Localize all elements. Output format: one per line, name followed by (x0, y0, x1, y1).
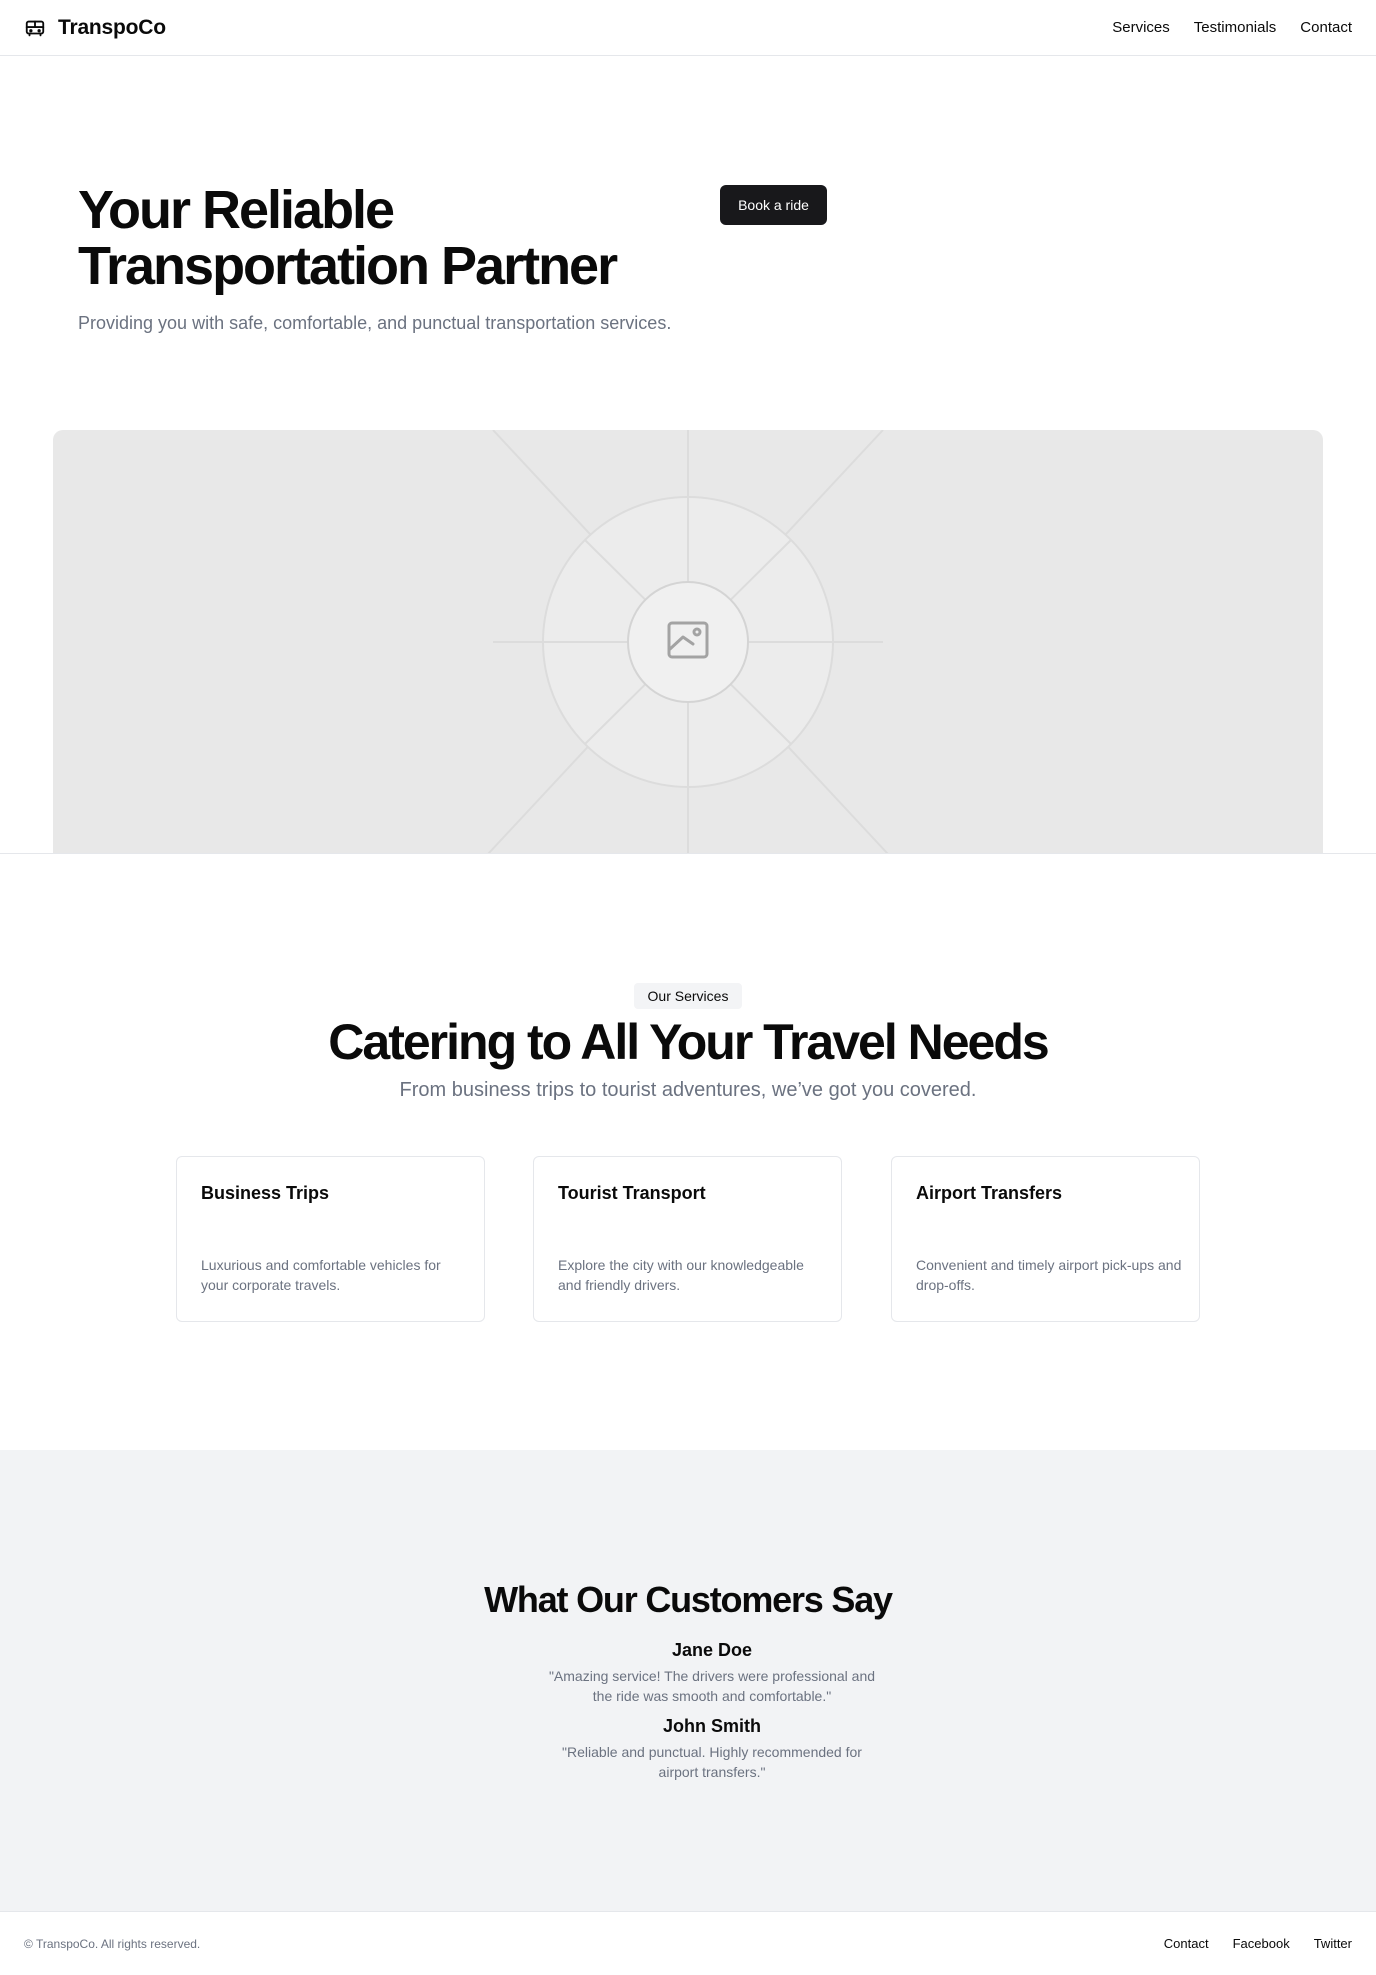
copyright-text: © TranspoCo. All rights reserved. (24, 1936, 201, 1951)
service-card-business-trips: Business Trips Luxurious and comfortable… (176, 1156, 485, 1322)
book-ride-button[interactable]: Book a ride (720, 185, 827, 225)
footer-link-twitter[interactable]: Twitter (1314, 1936, 1352, 1951)
service-card-title: Tourist Transport (558, 1183, 706, 1203)
nav-link-testimonials[interactable]: Testimonials (1194, 19, 1277, 36)
testimonials-title: What Our Customers Say (484, 1579, 893, 1620)
brand[interactable]: TranspoCo (24, 16, 166, 40)
footer-nav: Contact Facebook Twitter (1164, 1936, 1352, 1951)
services-subtitle: From business trips to tourist adventure… (399, 1079, 977, 1101)
service-card-title: Business Trips (201, 1183, 330, 1203)
hero-title: Your Reliable Transportation Partner (78, 180, 618, 296)
testimonial-author: John Smith (663, 1716, 761, 1736)
nav-link-contact[interactable]: Contact (1300, 19, 1352, 36)
testimonial-author: Jane Doe (671, 1640, 753, 1660)
testimonial-quote: "Reliable and punctual. Highly recommend… (562, 1744, 862, 1780)
footer-link-contact[interactable]: Contact (1164, 1936, 1209, 1951)
service-card-airport-transfers: Airport Transfers Convenient and timely … (891, 1156, 1200, 1322)
service-card-tourist-transport: Tourist Transport Explore the city with … (533, 1156, 842, 1322)
bus-icon (25, 20, 45, 36)
site-header: TranspoCo Services Testimonials Contact (0, 0, 1376, 56)
services-title: Catering to All Your Travel Needs (328, 1014, 1049, 1070)
testimonials-section: What Our Customers Say Jane Doe "Amazing… (0, 1450, 1376, 1911)
hero-image-placeholder (53, 430, 1323, 854)
services-badge: Our Services (634, 983, 742, 1009)
image-placeholder-graphic (487, 430, 889, 854)
testimonial-quote: "Amazing service! The drivers were profe… (548, 1668, 876, 1704)
site-footer: © TranspoCo. All rights reserved. Contac… (0, 1911, 1376, 1975)
service-card-description: Convenient and timely airport pick-ups a… (916, 1257, 1182, 1293)
footer-link-facebook[interactable]: Facebook (1233, 1936, 1290, 1951)
service-card-description: Explore the city with our knowledgeable … (558, 1257, 804, 1293)
hero-subtitle: Providing you with safe, comfortable, an… (78, 313, 672, 333)
main-nav: Services Testimonials Contact (1112, 19, 1352, 36)
service-card-description: Luxurious and comfortable vehicles for y… (201, 1257, 441, 1293)
nav-link-services[interactable]: Services (1112, 19, 1170, 36)
service-card-title: Airport Transfers (916, 1183, 1063, 1203)
section-divider (0, 853, 1376, 854)
brand-name: TranspoCo (58, 15, 166, 39)
